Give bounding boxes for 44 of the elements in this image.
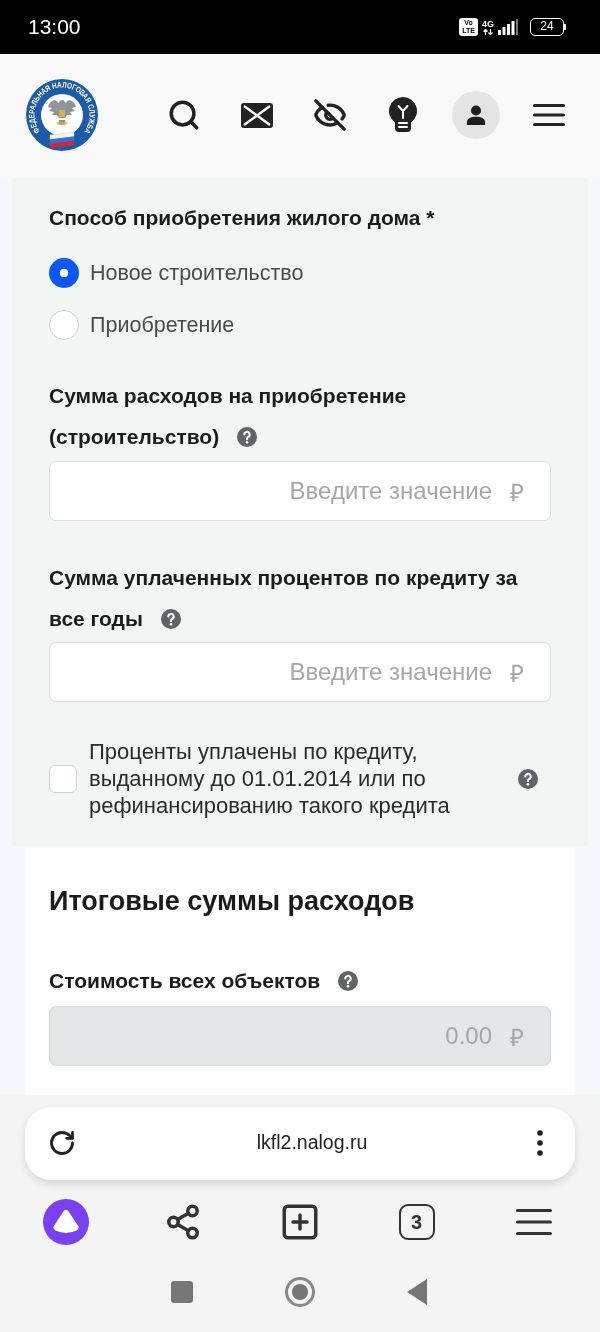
amount-input[interactable]: Введите значение xyxy=(66,658,492,686)
amount-input[interactable]: Введите значение xyxy=(66,477,492,505)
clock-time: 13:00 xyxy=(28,15,81,39)
field-label: (строительство) xyxy=(49,423,220,450)
currency-sign: ₽ xyxy=(510,658,524,689)
help-icon[interactable] xyxy=(160,608,181,629)
field-label: Сумма расходов на приобретение xyxy=(49,382,407,409)
more-icon xyxy=(537,1129,543,1156)
radio-label[interactable]: Приобретение xyxy=(90,312,235,338)
help-icon[interactable] xyxy=(338,970,359,991)
network-type: 4G xyxy=(482,19,494,29)
reload-button[interactable] xyxy=(47,1128,77,1157)
envelope-icon xyxy=(241,102,273,128)
browser-menu-button[interactable] xyxy=(515,1209,552,1235)
search-icon xyxy=(167,98,201,132)
tabs-button[interactable]: 3 xyxy=(398,1204,435,1240)
checkbox-label[interactable]: Проценты уплачены по кредиту, выданному до 01.01.2014 или по рефинансированию такого кредита xyxy=(89,738,474,819)
back-icon[interactable] xyxy=(407,1279,427,1305)
card-title: Итоговые суммы расходов xyxy=(49,885,416,917)
battery-indicator: 24 xyxy=(530,18,566,36)
field-label: все годы xyxy=(49,605,143,632)
crossed-eye-icon xyxy=(313,98,347,132)
currency-sign: ₽ xyxy=(510,1022,524,1053)
radio-button[interactable] xyxy=(49,258,79,288)
field-label: Стоимость всех объектов xyxy=(49,967,321,994)
menu-icon xyxy=(515,1209,552,1235)
url-text[interactable]: lkfl2.nalog.ru xyxy=(234,1131,368,1154)
checkbox[interactable] xyxy=(49,764,77,793)
address-bar[interactable]: lkfl2.nalog.ru xyxy=(25,1107,575,1180)
user-icon xyxy=(466,105,486,125)
help-icon[interactable] xyxy=(237,426,258,447)
reload-icon xyxy=(48,1128,76,1157)
circle-icon[interactable] xyxy=(285,1277,315,1307)
group-title: Способ приобретения жилого дома * xyxy=(49,205,436,231)
lightbulb-icon xyxy=(389,97,417,133)
currency-sign: ₽ xyxy=(510,477,524,508)
profile-button[interactable] xyxy=(452,91,500,139)
field-label: Сумма уплаченных процентов по кредиту за xyxy=(49,564,518,591)
radio-button[interactable] xyxy=(49,310,79,340)
radio-label[interactable]: Новое строительство xyxy=(90,260,304,286)
help-icon[interactable] xyxy=(518,768,538,789)
signal-icon xyxy=(498,19,518,35)
data-arrows-icon xyxy=(483,29,493,35)
menu-icon xyxy=(533,104,565,126)
